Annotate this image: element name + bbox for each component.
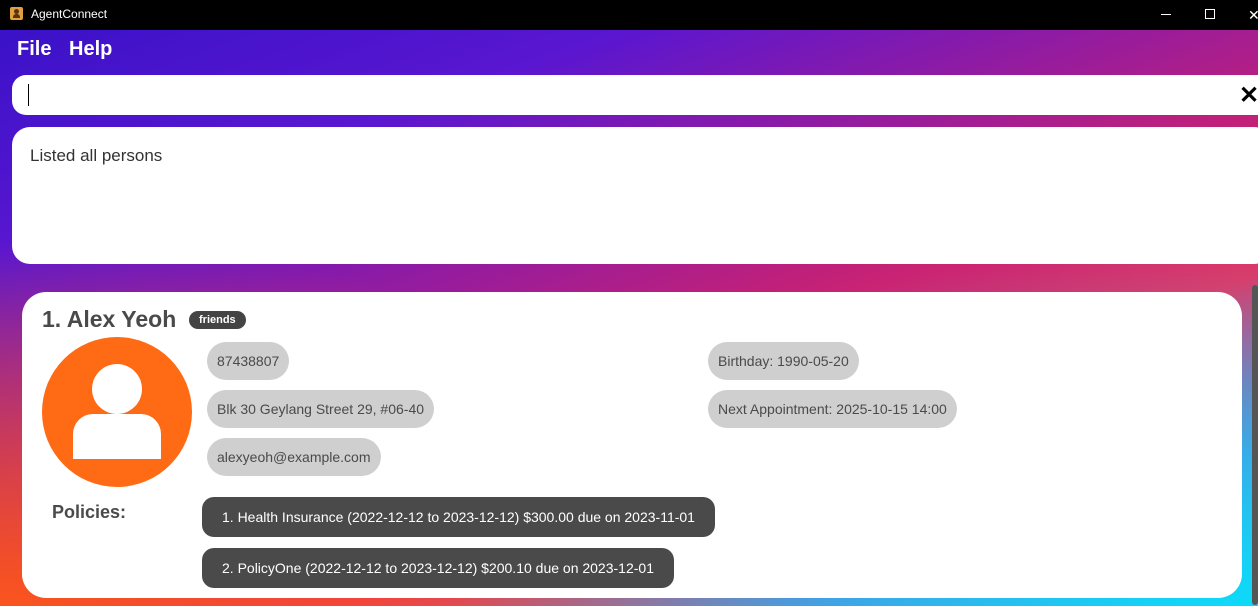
avatar: [42, 337, 192, 487]
policy-item: 2. PolicyOne (2022-12-12 to 2023-12-12) …: [202, 548, 674, 588]
menu-help[interactable]: Help: [69, 38, 112, 61]
text-caret: [28, 84, 29, 106]
person-name: 1. Alex Yeoh: [42, 306, 177, 332]
scrollbar[interactable]: [1252, 285, 1258, 605]
avatar-head-icon: [92, 364, 142, 414]
address-pill: Blk 30 Geylang Street 29, #06-40: [207, 390, 435, 428]
clear-icon[interactable]: ✕: [1239, 81, 1258, 110]
result-display: Listed all persons: [12, 127, 1258, 264]
window-title: AgentConnect: [31, 7, 108, 21]
title-bar: AgentConnect ✕: [0, 0, 1258, 30]
menu-file[interactable]: File: [17, 38, 51, 61]
avatar-body-icon: [73, 414, 161, 459]
app-person-icon: [10, 7, 23, 20]
minimize-icon[interactable]: [1146, 0, 1186, 30]
tag-badge: friends: [189, 311, 246, 329]
appointment-pill: Next Appointment: 2025-10-15 14:00: [708, 390, 957, 428]
command-input[interactable]: ✕: [12, 75, 1258, 115]
maximize-icon[interactable]: [1190, 0, 1230, 30]
email-pill: alexyeoh@example.com: [207, 438, 381, 476]
person-card[interactable]: 1. Alex Yeoh friends 87438807 Blk 30 Gey…: [22, 292, 1242, 598]
birthday-pill: Birthday: 1990-05-20: [708, 342, 859, 380]
main-window: File Help ✕ Listed all persons 1. Alex Y…: [0, 30, 1258, 606]
policies-label: Policies:: [52, 502, 127, 522]
result-message: Listed all persons: [30, 146, 163, 165]
close-icon[interactable]: ✕: [1238, 0, 1258, 30]
policy-item: 1. Health Insurance (2022-12-12 to 2023-…: [202, 497, 715, 537]
phone-pill: 87438807: [207, 342, 290, 380]
